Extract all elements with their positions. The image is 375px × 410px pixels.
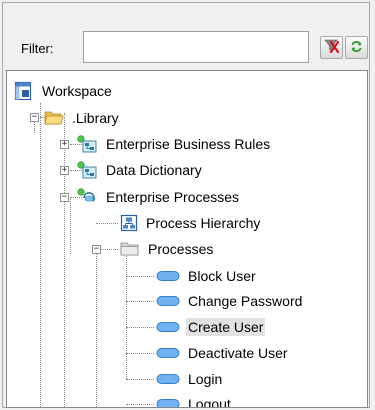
refresh-icon bbox=[350, 40, 363, 56]
tree-node-label: Data Dictionary bbox=[106, 162, 202, 178]
process-pill-icon bbox=[156, 321, 180, 333]
workspace-icon bbox=[14, 81, 34, 101]
funnel-clear-icon bbox=[324, 39, 340, 56]
project-tree[interactable]: − + + − − Workspace .Library Enterprise … bbox=[6, 70, 368, 408]
tree-node-process[interactable]: Deactivate User bbox=[156, 343, 290, 363]
tree-line bbox=[126, 327, 154, 328]
tree-line bbox=[96, 223, 118, 224]
tree-line bbox=[70, 197, 71, 254]
filter-input[interactable] bbox=[83, 31, 309, 63]
tree-node-processes-folder[interactable]: Processes bbox=[120, 239, 215, 259]
tree-node-label: Process Hierarchy bbox=[146, 215, 261, 231]
tree-node-business-rules[interactable]: Enterprise Business Rules bbox=[76, 134, 272, 154]
tree-node-label: Login bbox=[188, 371, 223, 387]
folder-icon bbox=[120, 240, 140, 258]
model-icon bbox=[76, 160, 98, 180]
tree-node-process[interactable]: Logout bbox=[156, 394, 233, 408]
expand-toggle[interactable]: + bbox=[60, 166, 69, 175]
tree-line bbox=[64, 113, 65, 407]
process-pill-icon bbox=[156, 270, 180, 282]
filter-label: Filter: bbox=[21, 41, 54, 56]
process-pill-icon bbox=[156, 347, 180, 359]
tree-line bbox=[126, 301, 154, 302]
process-model-icon bbox=[76, 187, 98, 207]
tree-line bbox=[126, 404, 154, 405]
tree-node-process-hierarchy[interactable]: Process Hierarchy bbox=[120, 213, 262, 233]
tree-node-process[interactable]: Block User bbox=[156, 266, 258, 286]
model-icon bbox=[76, 134, 98, 154]
tree-node-label: Deactivate User bbox=[188, 345, 288, 361]
collapse-toggle[interactable]: − bbox=[92, 245, 101, 254]
diagram-icon bbox=[120, 214, 138, 232]
tree-node-label: Block User bbox=[188, 268, 256, 284]
tree-node-label: Change Password bbox=[188, 293, 303, 309]
folder-open-icon bbox=[44, 109, 64, 127]
tree-node-library[interactable]: .Library bbox=[44, 108, 121, 128]
process-pill-icon bbox=[156, 295, 180, 307]
tree-node-workspace[interactable]: Workspace bbox=[14, 81, 114, 101]
tree-node-process-selected[interactable]: Create User bbox=[156, 317, 266, 337]
tree-line bbox=[126, 276, 154, 277]
refresh-button[interactable] bbox=[345, 36, 368, 59]
process-pill-icon bbox=[156, 373, 180, 385]
tree-node-label: .Library bbox=[72, 110, 119, 126]
tree-node-label: Enterprise Processes bbox=[106, 189, 240, 205]
tree-line bbox=[126, 254, 127, 379]
tree-node-label: Enterprise Business Rules bbox=[106, 136, 271, 152]
tree-node-label: Processes bbox=[148, 241, 214, 257]
clear-filter-button[interactable] bbox=[320, 36, 343, 59]
tree-node-process[interactable]: Login bbox=[156, 369, 224, 389]
tree-node-data-dictionary[interactable]: Data Dictionary bbox=[76, 160, 204, 180]
tree-line bbox=[126, 379, 154, 380]
expand-toggle[interactable]: + bbox=[60, 140, 69, 149]
tree-node-process[interactable]: Change Password bbox=[156, 291, 304, 311]
process-pill-icon bbox=[156, 398, 180, 407]
tree-node-enterprise-processes[interactable]: Enterprise Processes bbox=[76, 187, 241, 207]
tree-line bbox=[96, 254, 97, 407]
tree-node-label: Logout bbox=[188, 396, 231, 408]
tree-node-label: Workspace bbox=[42, 83, 112, 99]
tree-line bbox=[40, 103, 41, 407]
collapse-toggle[interactable]: − bbox=[60, 193, 69, 202]
tree-line bbox=[126, 353, 154, 354]
collapse-toggle[interactable]: − bbox=[30, 113, 39, 122]
tree-node-label: Create User bbox=[186, 318, 266, 336]
